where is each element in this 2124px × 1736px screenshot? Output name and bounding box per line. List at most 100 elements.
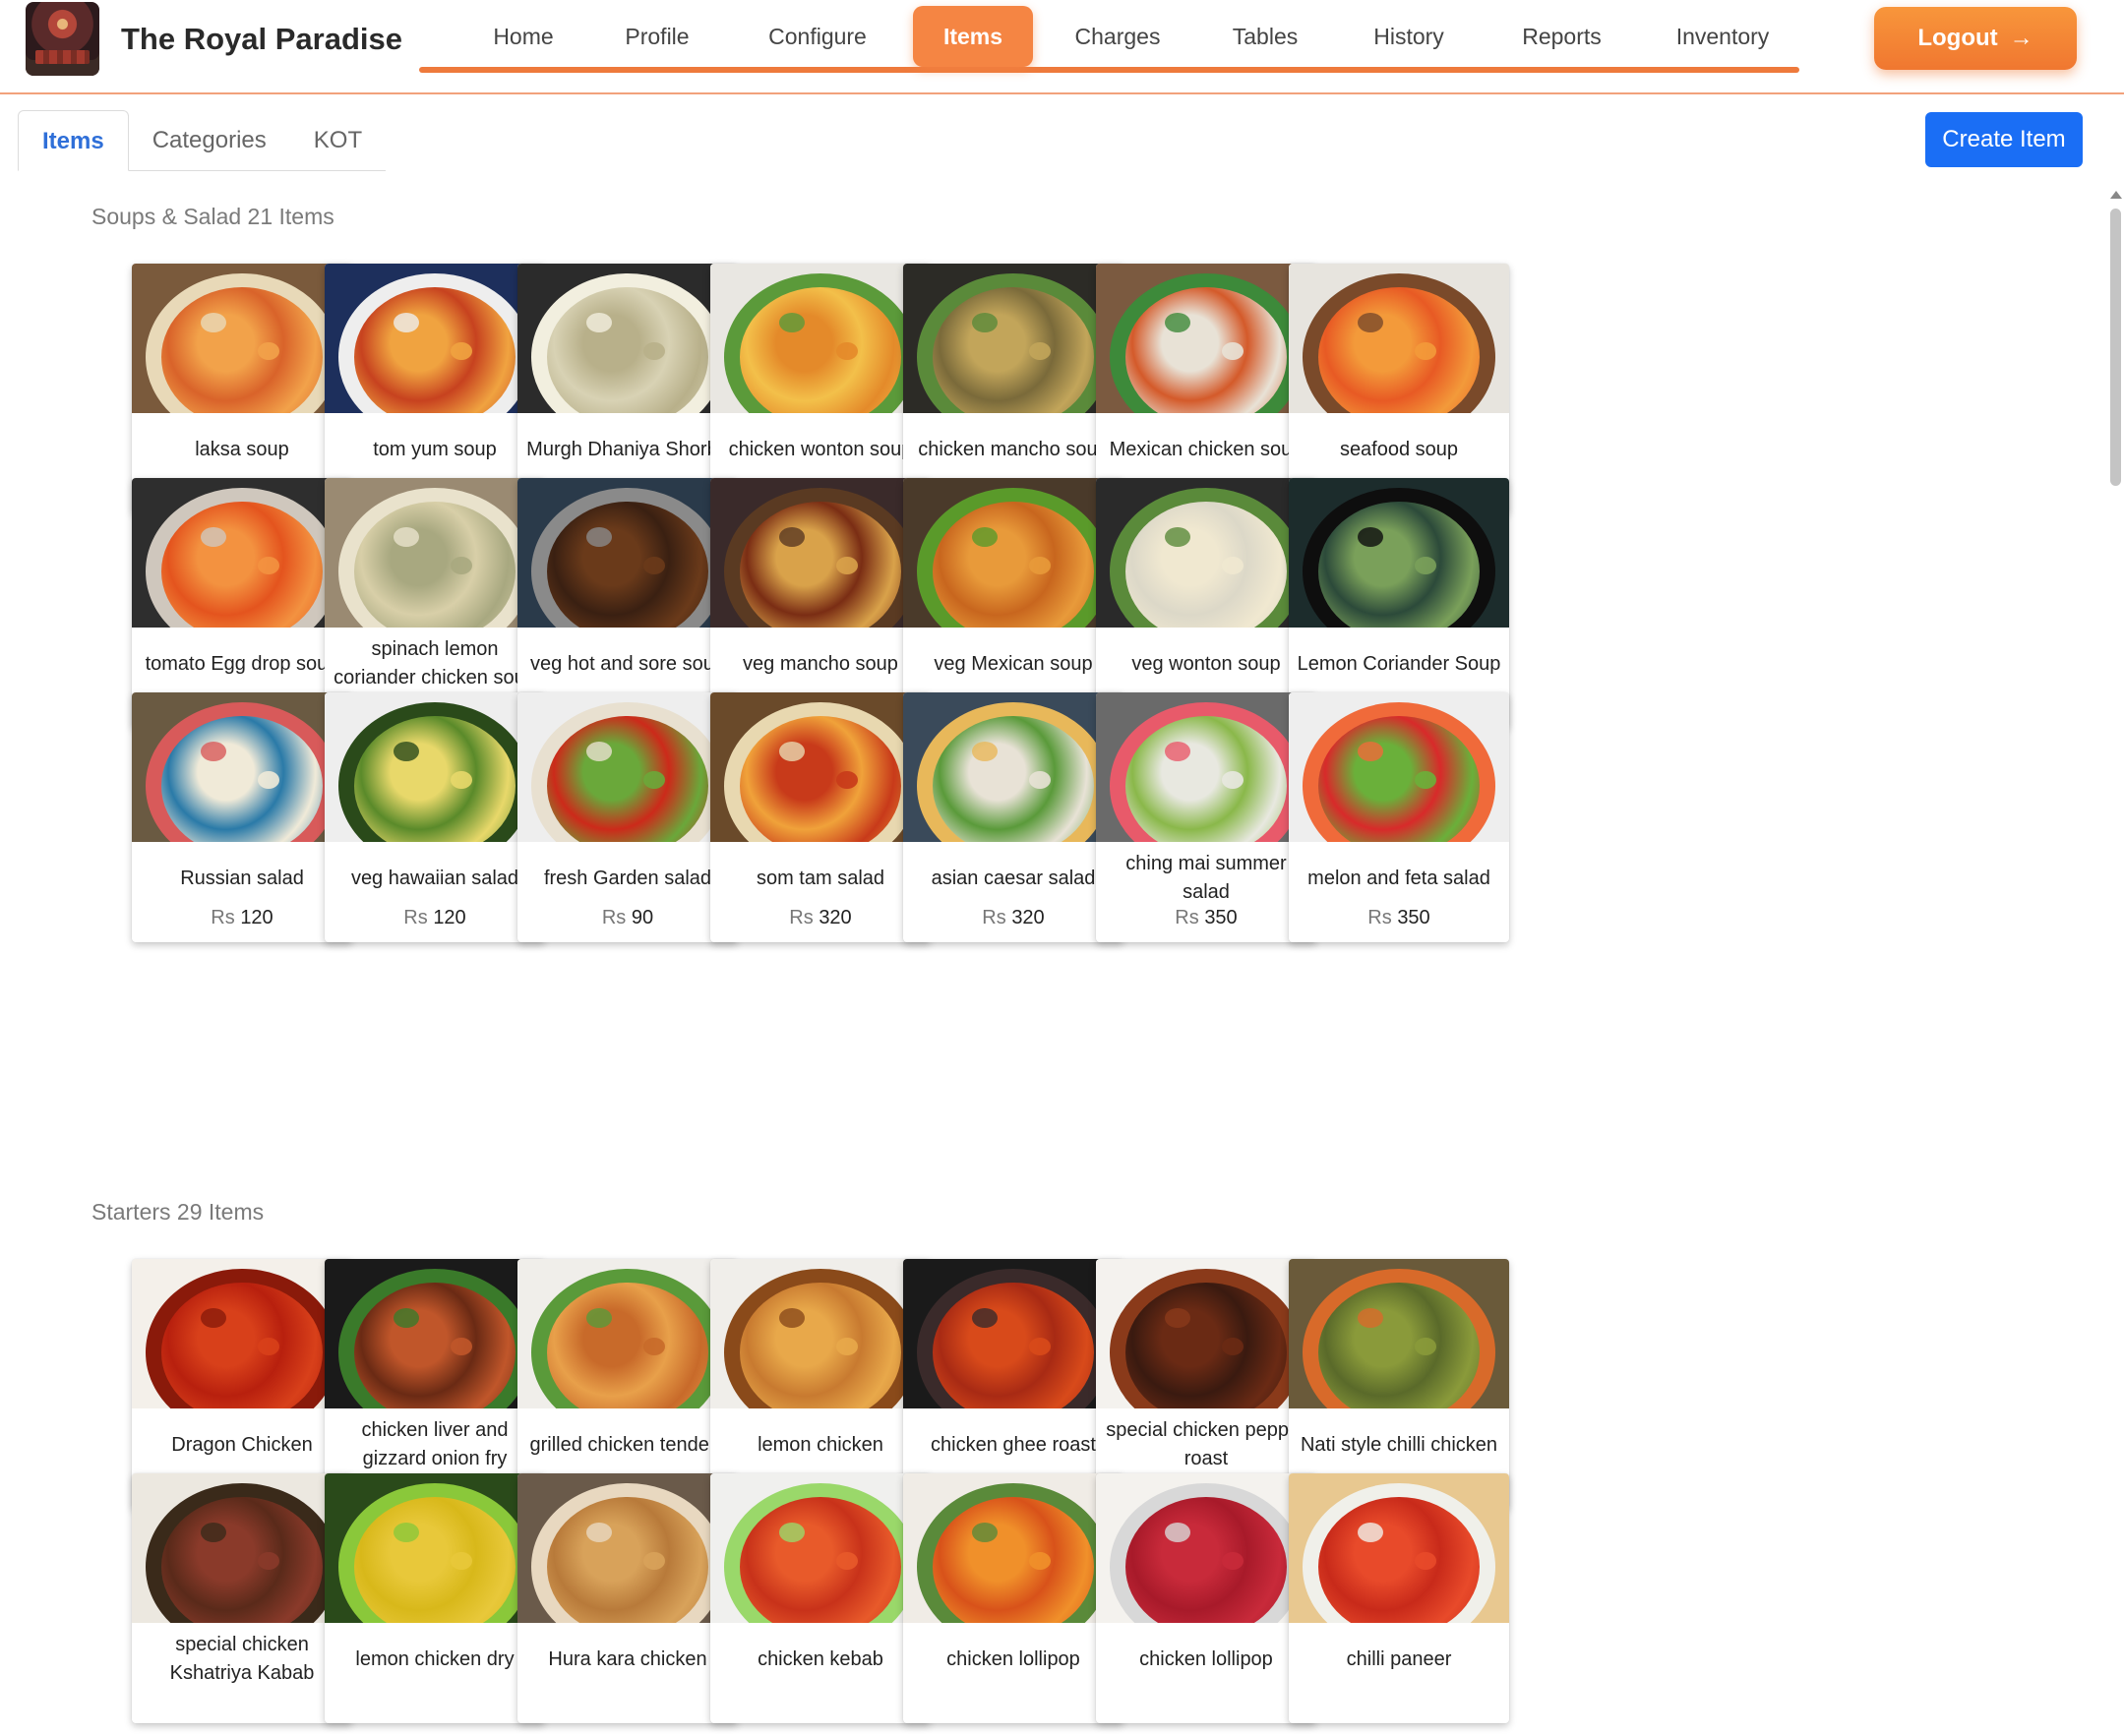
price-value: 320 (1011, 907, 1045, 928)
item-name: asian caesar salad (931, 867, 1096, 889)
nav-item-configure[interactable]: Configure (742, 6, 893, 67)
item-name: special chicken pepper roast (1106, 1419, 1306, 1469)
item-card[interactable]: chicken ghee roastRs 340 (903, 1259, 1123, 1509)
item-card[interactable]: tomato Egg drop soupRs 140 (132, 478, 352, 728)
nav-item-history[interactable]: History (1346, 6, 1472, 67)
item-photo (903, 264, 1123, 413)
tab-items[interactable]: Items (18, 110, 129, 171)
item-name: special chicken Kshatriya Kabab (169, 1634, 315, 1684)
item-card[interactable]: asian caesar salad Rs 320 (903, 692, 1123, 942)
logout-label: Logout (1917, 25, 1998, 51)
item-card[interactable]: chicken lollipop (903, 1473, 1123, 1723)
item-name: Murgh Dhaniya Shorba (526, 438, 729, 460)
item-price: Rs 350 (1289, 907, 1509, 929)
item-photo (132, 1473, 352, 1623)
item-card[interactable]: fresh Garden salad Rs 90 (517, 692, 738, 942)
currency-label: Rs (982, 907, 1006, 928)
nav-item-profile[interactable]: Profile (597, 6, 717, 67)
item-photo (710, 692, 931, 842)
item-card[interactable]: chicken lollipop (1096, 1473, 1316, 1723)
item-name: chilli paneer (1346, 1647, 1452, 1670)
item-card[interactable]: tom yum soupRs 10,000 (325, 264, 545, 513)
item-card[interactable]: chicken wonton soupRs 140 (710, 264, 931, 513)
logout-button[interactable]: Logout → (1874, 7, 2077, 70)
nav-item-home[interactable]: Home (458, 6, 588, 67)
item-name: veg hot and sore soup (530, 652, 725, 675)
item-card[interactable]: Mexican chicken soupRs 140 (1096, 264, 1316, 513)
item-card[interactable]: spinach lemon coriander chicken soupRs 1… (325, 478, 545, 728)
item-photo (710, 1259, 931, 1408)
item-photo (1096, 1473, 1316, 1623)
item-name: lemon chicken (758, 1433, 883, 1456)
item-name: chicken wonton soup (728, 438, 913, 460)
item-card[interactable]: chicken kebab (710, 1473, 931, 1723)
item-card[interactable]: grilled chicken tendersRs 235 (517, 1259, 738, 1509)
item-photo (903, 1473, 1123, 1623)
item-photo (1289, 264, 1509, 413)
item-card[interactable]: Nati style chilli chickenRs 309 (1289, 1259, 1509, 1509)
item-name: veg mancho soup (743, 652, 898, 675)
price-value: 350 (1204, 907, 1238, 928)
item-card[interactable]: seafood soupRs 150 (1289, 264, 1509, 513)
item-name: tom yum soup (373, 438, 497, 460)
tab-categories[interactable]: Categories (129, 110, 290, 171)
item-photo (1289, 1473, 1509, 1623)
item-card[interactable]: special chicken pepper roastRs 309 (1096, 1259, 1316, 1509)
item-photo (1289, 692, 1509, 842)
item-card[interactable]: Russian salad Rs 120 (132, 692, 352, 942)
item-card[interactable]: chicken liver and gizzard onion fryRs 22… (325, 1259, 545, 1509)
item-price: Rs 120 (325, 907, 545, 929)
item-price: Rs 120 (132, 907, 352, 929)
item-card[interactable]: som tam salad Rs 320 (710, 692, 931, 942)
item-card[interactable]: special chicken Kshatriya Kabab (132, 1473, 352, 1723)
item-card[interactable]: veg hot and sore soupRs 130 (517, 478, 738, 728)
item-card[interactable]: lemon chicken dry (325, 1473, 545, 1723)
item-photo (325, 1473, 545, 1623)
item-photo (903, 478, 1123, 628)
create-item-button[interactable]: Create Item (1925, 112, 2083, 167)
item-name: veg wonton soup (1131, 652, 1281, 675)
item-card[interactable]: veg wonton soupRs 130 (1096, 478, 1316, 728)
item-card[interactable]: chilli paneer (1289, 1473, 1509, 1723)
nav-item-reports[interactable]: Reports (1497, 6, 1626, 67)
top-header: The Royal Paradise Home Profile Configure I… (0, 0, 2124, 94)
item-name: spinach lemon coriander chicken soup (334, 638, 536, 688)
item-name: Lemon Coriander Soup (1297, 652, 1501, 675)
item-name: Nati style chilli chicken (1300, 1433, 1498, 1456)
item-card[interactable]: ching mai summer salad Rs 350 (1096, 692, 1316, 942)
item-card[interactable]: veg Mexican soupRs 130 (903, 478, 1123, 728)
currency-label: Rs (601, 907, 627, 928)
item-price: Rs 350 (1096, 907, 1316, 929)
price-value: 90 (631, 907, 654, 928)
item-name: chicken lollipop (1139, 1647, 1273, 1670)
item-card[interactable]: laksa soupRs 1,000 (132, 264, 352, 513)
item-price: Rs 320 (710, 907, 931, 929)
nav-item-inventory[interactable]: Inventory (1645, 6, 1800, 67)
item-card[interactable]: veg mancho soupRs 130 (710, 478, 931, 728)
item-card[interactable]: Lemon Coriander SoupRs 130 (1289, 478, 1509, 728)
item-card[interactable]: Dragon ChickenRs 295 (132, 1259, 352, 1509)
item-photo (1289, 478, 1509, 628)
item-card[interactable]: Murgh Dhaniya ShorbaRs 140 (517, 264, 738, 513)
item-photo (903, 692, 1123, 842)
page-scrollbar[interactable] (2107, 187, 2124, 1736)
currency-label: Rs (1175, 907, 1199, 928)
nav-item-tables[interactable]: Tables (1199, 6, 1331, 67)
brand-name: The Royal Paradise (121, 22, 403, 56)
scroll-up-arrow-icon[interactable] (2110, 191, 2122, 199)
item-card[interactable]: lemon chickenRs 230 (710, 1259, 931, 1509)
item-card[interactable]: Hura kara chicken (517, 1473, 738, 1723)
item-card[interactable]: melon and feta salad Rs 350 (1289, 692, 1509, 942)
tab-kot[interactable]: KOT (290, 110, 386, 171)
item-card[interactable]: chicken mancho soupRs 140 (903, 264, 1123, 513)
item-photo (1096, 1259, 1316, 1408)
nav-item-charges[interactable]: Charges (1050, 6, 1185, 67)
item-name: chicken liver and gizzard onion fry (361, 1419, 509, 1469)
arrow-right-icon: → (2009, 25, 2033, 51)
scroll-thumb[interactable] (2110, 209, 2121, 486)
section-title: Soups & Salad 21 Items (91, 204, 334, 229)
item-card[interactable]: veg hawaiian salad Rs 120 (325, 692, 545, 942)
item-photo (325, 264, 545, 413)
item-photo (1289, 1259, 1509, 1408)
nav-item-items[interactable]: Items (913, 6, 1033, 67)
